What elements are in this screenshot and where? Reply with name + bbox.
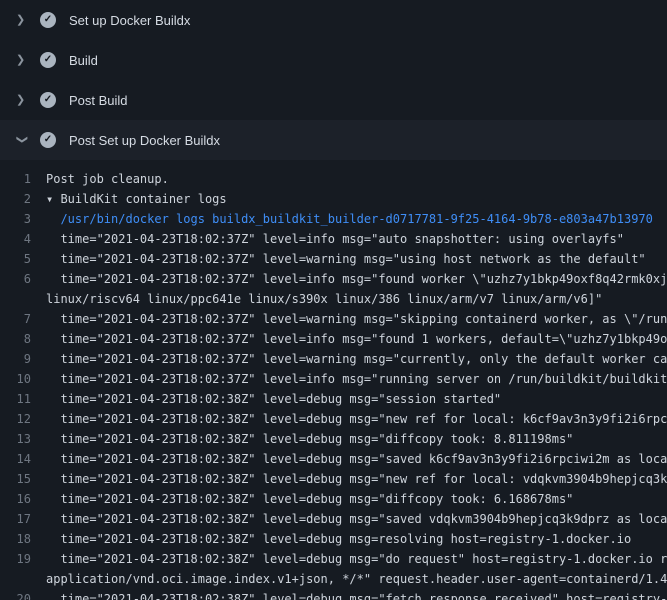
- log-text: time="2021-04-23T18:02:38Z" level=debug …: [46, 449, 667, 469]
- log-line: 1Post job cleanup.: [0, 169, 667, 189]
- log-line-number[interactable]: 5: [0, 249, 46, 269]
- log-line-number[interactable]: 2: [0, 189, 46, 209]
- log-line: 5 time="2021-04-23T18:02:37Z" level=warn…: [0, 249, 667, 269]
- step-header-post-build[interactable]: ❯ ✓ Post Build: [0, 80, 667, 120]
- log-line: 10 time="2021-04-23T18:02:37Z" level=inf…: [0, 369, 667, 389]
- log-line-number[interactable]: 4: [0, 229, 46, 249]
- log-line: 9 time="2021-04-23T18:02:37Z" level=warn…: [0, 349, 667, 369]
- log-line-number[interactable]: 12: [0, 409, 46, 429]
- log-line: 19 time="2021-04-23T18:02:38Z" level=deb…: [0, 549, 667, 589]
- log-line-number[interactable]: 13: [0, 429, 46, 449]
- check-circle-icon: ✓: [40, 92, 56, 108]
- log-line: 2▾ BuildKit container logs: [0, 189, 667, 209]
- log-line: 13 time="2021-04-23T18:02:38Z" level=deb…: [0, 429, 667, 449]
- log-line: 8 time="2021-04-23T18:02:37Z" level=info…: [0, 329, 667, 349]
- log-line-number[interactable]: 8: [0, 329, 46, 349]
- step-title: Post Set up Docker Buildx: [69, 133, 220, 148]
- log-line-number[interactable]: 3: [0, 209, 46, 229]
- log-text: time="2021-04-23T18:02:37Z" level=info m…: [46, 329, 667, 349]
- step-header-post-set-up-docker-buildx[interactable]: ❯ ✓ Post Set up Docker Buildx: [0, 120, 667, 160]
- log-line: 7 time="2021-04-23T18:02:37Z" level=warn…: [0, 309, 667, 329]
- log-command-text: /usr/bin/docker logs buildx_buildkit_bui…: [46, 209, 667, 229]
- step-list: ❯ ✓ Set up Docker Buildx ❯ ✓ Build ❯ ✓ Post Buil…: [0, 0, 667, 600]
- step-title: Post Build: [69, 93, 128, 108]
- log-line: 12 time="2021-04-23T18:02:38Z" level=deb…: [0, 409, 667, 429]
- log-text: time="2021-04-23T18:02:38Z" level=debug …: [46, 429, 667, 449]
- check-circle-icon: ✓: [40, 132, 56, 148]
- log-text: time="2021-04-23T18:02:37Z" level=warnin…: [46, 349, 667, 369]
- log-text: time="2021-04-23T18:02:38Z" level=debug …: [46, 409, 667, 429]
- log-line: 15 time="2021-04-23T18:02:38Z" level=deb…: [0, 469, 667, 489]
- log-text: time="2021-04-23T18:02:38Z" level=debug …: [46, 589, 667, 600]
- check-circle-icon: ✓: [40, 52, 56, 68]
- log-text: time="2021-04-23T18:02:37Z" level=info m…: [46, 269, 667, 309]
- log-line: 17 time="2021-04-23T18:02:38Z" level=deb…: [0, 509, 667, 529]
- log-line: 14 time="2021-04-23T18:02:38Z" level=deb…: [0, 449, 667, 469]
- step-header-build[interactable]: ❯ ✓ Build: [0, 40, 667, 80]
- log-line: 18 time="2021-04-23T18:02:38Z" level=deb…: [0, 529, 667, 549]
- log-line-number[interactable]: 11: [0, 389, 46, 409]
- step-title: Set up Docker Buildx: [69, 13, 190, 28]
- log-line-number[interactable]: 7: [0, 309, 46, 329]
- workflow-log-panel: ❯ ✓ Set up Docker Buildx ❯ ✓ Build ❯ ✓ Post Buil…: [0, 0, 667, 600]
- check-circle-icon: ✓: [40, 12, 56, 28]
- log-text: Post job cleanup.: [46, 169, 667, 189]
- log-text: time="2021-04-23T18:02:38Z" level=debug …: [46, 529, 667, 549]
- chevron-right-icon[interactable]: ❯: [16, 95, 27, 106]
- log-text: time="2021-04-23T18:02:38Z" level=debug …: [46, 509, 667, 529]
- log-line-number[interactable]: 15: [0, 469, 46, 489]
- chevron-right-icon[interactable]: ❯: [16, 15, 27, 26]
- log-line-number[interactable]: 20: [0, 589, 46, 600]
- log-line: 20 time="2021-04-23T18:02:38Z" level=deb…: [0, 589, 667, 600]
- log-text: time="2021-04-23T18:02:37Z" level=info m…: [46, 369, 667, 389]
- log-text: time="2021-04-23T18:02:38Z" level=debug …: [46, 549, 667, 589]
- log-line-number[interactable]: 16: [0, 489, 46, 509]
- log-line: 4 time="2021-04-23T18:02:37Z" level=info…: [0, 229, 667, 249]
- log-text: time="2021-04-23T18:02:37Z" level=warnin…: [46, 309, 667, 329]
- log-line-number[interactable]: 6: [0, 269, 46, 309]
- log-line-number[interactable]: 9: [0, 349, 46, 369]
- log-text: time="2021-04-23T18:02:38Z" level=debug …: [46, 489, 667, 509]
- log-line: 6 time="2021-04-23T18:02:37Z" level=info…: [0, 269, 667, 309]
- step-header-set-up-docker-buildx[interactable]: ❯ ✓ Set up Docker Buildx: [0, 0, 667, 40]
- log-text: time="2021-04-23T18:02:37Z" level=warnin…: [46, 249, 667, 269]
- log-line-number[interactable]: 10: [0, 369, 46, 389]
- step-title: Build: [69, 53, 98, 68]
- log-line-number[interactable]: 19: [0, 549, 46, 589]
- chevron-right-icon[interactable]: ❯: [16, 55, 27, 66]
- log-text: time="2021-04-23T18:02:37Z" level=info m…: [46, 229, 667, 249]
- log-line-number[interactable]: 1: [0, 169, 46, 189]
- log-line: 3 /usr/bin/docker logs buildx_buildkit_b…: [0, 209, 667, 229]
- log-line: 16 time="2021-04-23T18:02:38Z" level=deb…: [0, 489, 667, 509]
- log-lines: 1Post job cleanup.2▾ BuildKit container …: [0, 160, 667, 600]
- log-group-title: ▾ BuildKit container logs: [46, 189, 667, 209]
- chevron-down-icon[interactable]: ❯: [16, 135, 27, 146]
- log-text: time="2021-04-23T18:02:38Z" level=debug …: [46, 389, 667, 409]
- log-line-number[interactable]: 14: [0, 449, 46, 469]
- log-text: time="2021-04-23T18:02:38Z" level=debug …: [46, 469, 667, 489]
- log-line-number[interactable]: 18: [0, 529, 46, 549]
- log-line: 11 time="2021-04-23T18:02:38Z" level=deb…: [0, 389, 667, 409]
- triangle-down-icon[interactable]: ▾: [46, 192, 53, 206]
- log-line-number[interactable]: 17: [0, 509, 46, 529]
